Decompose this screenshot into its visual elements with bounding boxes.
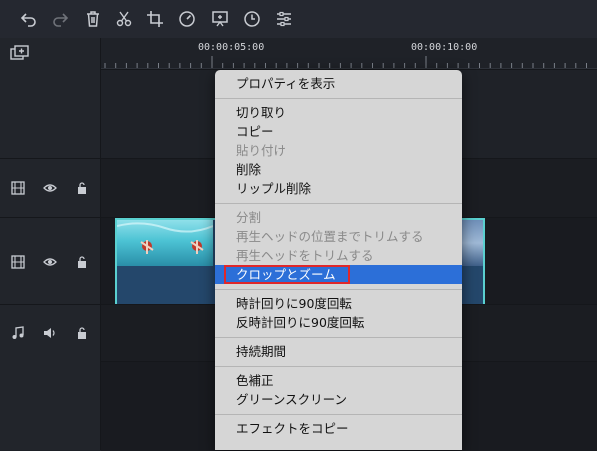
timeline-toolbar	[0, 0, 597, 39]
clip-thumbnail-right	[461, 220, 483, 266]
menu-item[interactable]: 反時計回りに90度回転	[215, 313, 462, 332]
adjust-button[interactable]	[271, 6, 297, 32]
clock-icon	[244, 11, 260, 27]
snapshot-icon	[212, 11, 228, 27]
menu-separator	[215, 98, 462, 99]
clip-thumbnail-left	[116, 220, 214, 266]
ruler-ticks	[104, 56, 587, 68]
menu-item[interactable]: リップル削除	[215, 179, 462, 198]
delete-button[interactable]	[80, 6, 106, 32]
add-track-button[interactable]	[9, 44, 31, 64]
timeline-ruler[interactable]: 00:00:05:00 00:00:10:00	[101, 38, 597, 69]
menu-item[interactable]: コピー	[215, 122, 462, 141]
highlight-callout-box	[224, 265, 350, 284]
lock-open-icon[interactable]	[74, 180, 90, 196]
menu-item[interactable]: 削除	[215, 160, 462, 179]
menu-separator	[215, 203, 462, 204]
track-header-video-1	[0, 158, 100, 217]
music-note-icon	[10, 325, 26, 341]
film-icon	[10, 180, 26, 196]
undo-button[interactable]	[16, 6, 42, 32]
menu-item: 分割	[236, 210, 262, 225]
crop-icon	[147, 11, 163, 27]
menu-separator	[215, 366, 462, 367]
add-track-icon	[10, 45, 29, 60]
track-header-audio	[0, 304, 100, 361]
sliders-icon	[277, 11, 291, 27]
menu-item[interactable]: エフェクトをコピー	[215, 419, 462, 438]
film-icon	[10, 254, 26, 270]
eye-icon[interactable]	[42, 254, 58, 270]
menu-item[interactable]: 時計回りに90度回転	[215, 294, 462, 313]
context-menu: プロパティを表示 切り取り コピー貼り付け削除 リップル削除分割再生ヘッドの位置までト…	[215, 70, 462, 450]
menu-item[interactable]: グリーンスクリーン	[215, 390, 462, 409]
menu-separator	[215, 289, 462, 290]
ruler-label-10s: 00:00:10:00	[411, 42, 478, 53]
trash-icon	[87, 11, 99, 27]
lock-open-icon[interactable]	[74, 325, 90, 341]
speed-button[interactable]	[174, 6, 200, 32]
menu-item: 再生ヘッドをトリムする	[236, 248, 374, 263]
lock-open-icon[interactable]	[74, 254, 90, 270]
menu-item: 再生ヘッドの位置までトリムする	[236, 229, 424, 244]
menu-item: 貼り付け	[236, 143, 287, 158]
menu-item[interactable]: 切り取り	[215, 103, 462, 122]
menu-item[interactable]: 持続期間	[215, 342, 462, 361]
redo-icon	[53, 13, 69, 27]
menu-item[interactable]: 色補正	[215, 371, 462, 390]
menu-separator	[215, 414, 462, 415]
eye-icon[interactable]	[42, 180, 58, 196]
menu-item[interactable]: プロパティを表示	[215, 74, 462, 93]
redo-button[interactable]	[47, 6, 73, 32]
editor-window: 00:00:05:00 00:00:10:00 プロパティを表示 切り取り コピー貼…	[0, 0, 597, 451]
scissors-icon	[116, 11, 132, 27]
duration-button[interactable]	[239, 6, 265, 32]
menu-separator	[215, 337, 462, 338]
speaker-icon[interactable]	[42, 325, 58, 341]
cut-button[interactable]	[111, 6, 137, 32]
track-header-video-2	[0, 217, 100, 304]
undo-icon	[20, 13, 36, 27]
speed-icon	[179, 11, 195, 27]
ruler-label-5s: 00:00:05:00	[198, 42, 265, 53]
crop-button[interactable]	[142, 6, 168, 32]
snapshot-button[interactable]	[207, 6, 233, 32]
